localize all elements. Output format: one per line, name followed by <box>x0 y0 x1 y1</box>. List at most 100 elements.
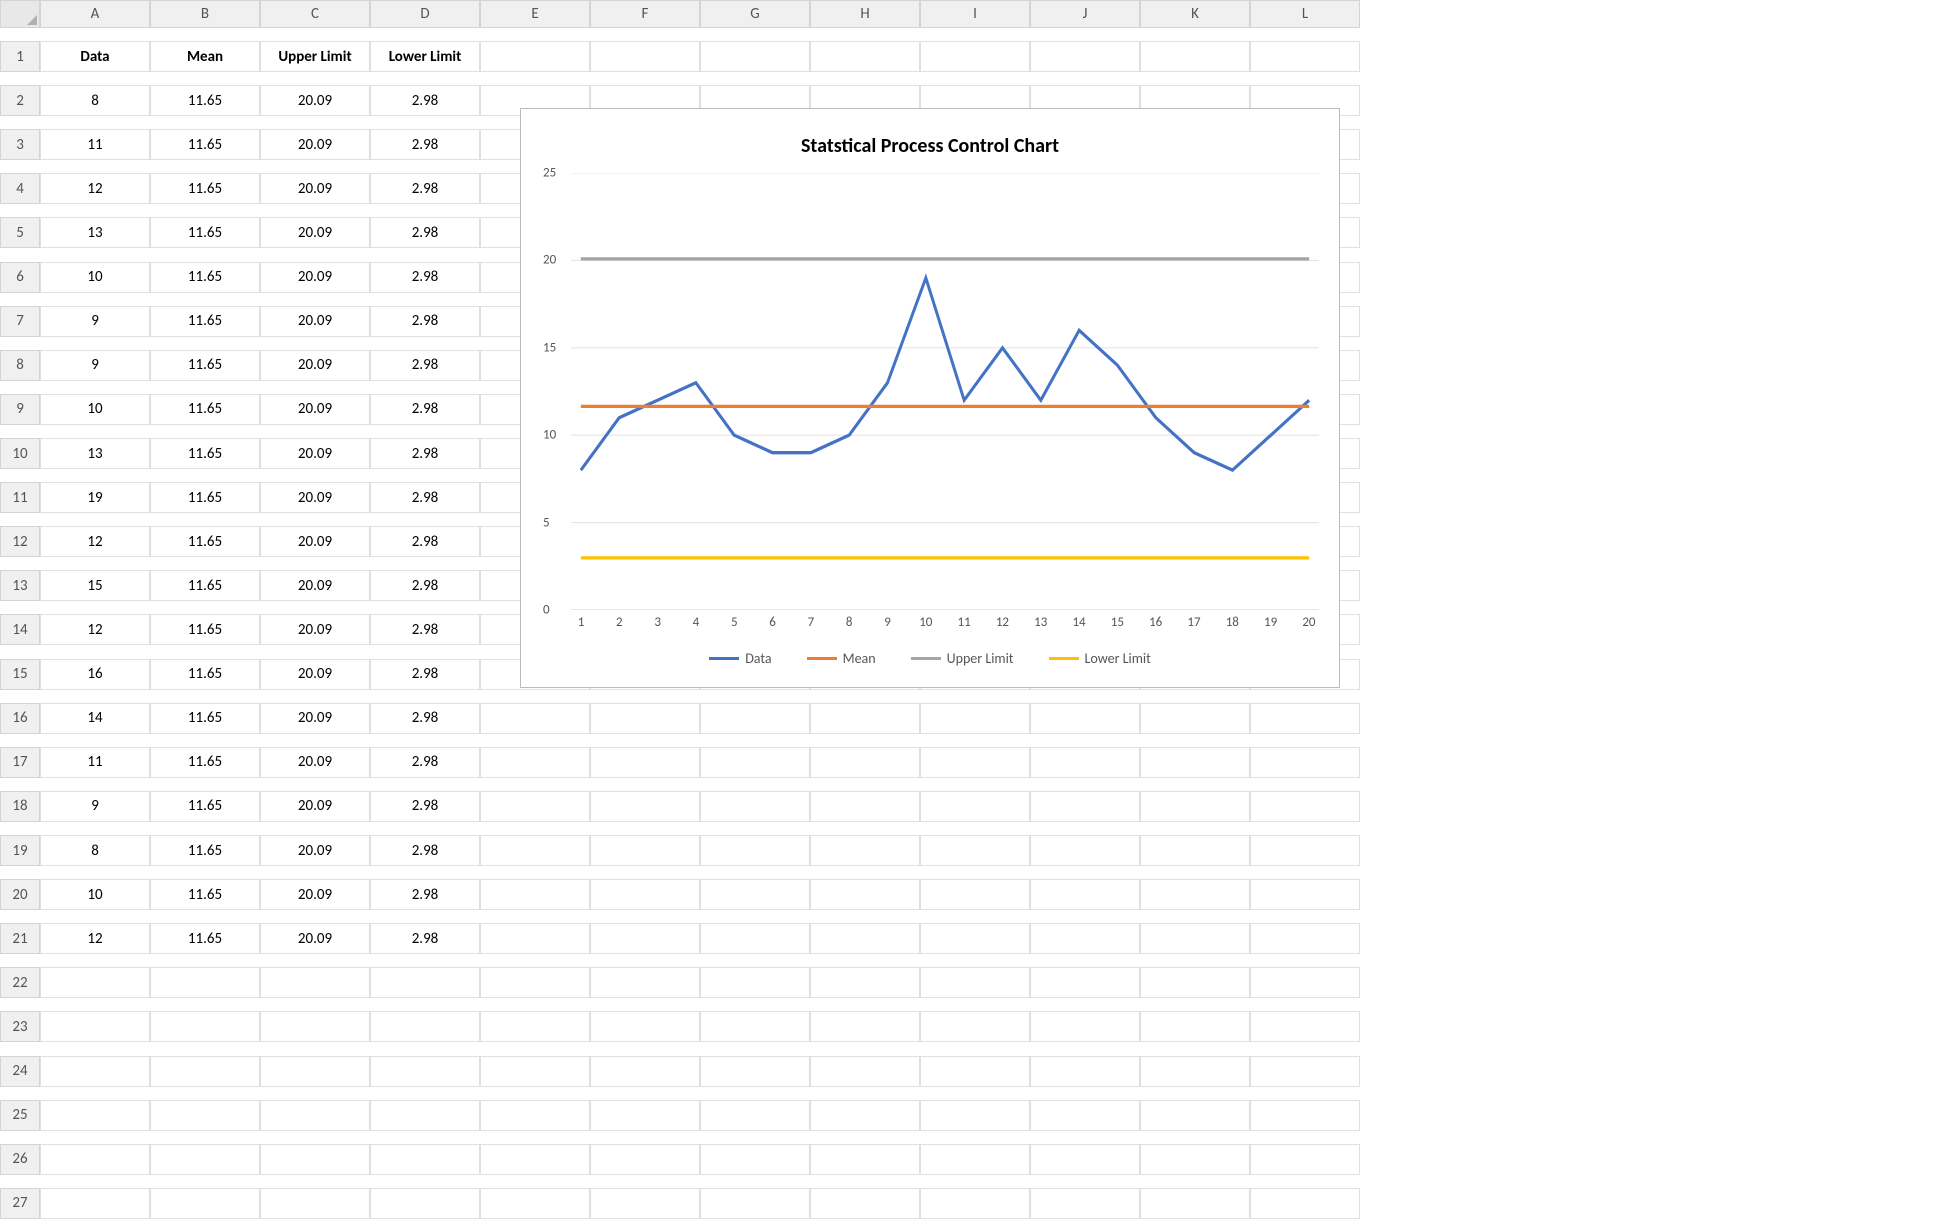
cell-K21[interactable] <box>1140 923 1250 954</box>
column-header-I[interactable]: I <box>920 0 1030 28</box>
cell-B25[interactable] <box>150 1100 260 1131</box>
cell-I22[interactable] <box>920 967 1030 998</box>
cell-D19[interactable]: 2.98 <box>370 835 480 866</box>
cell-C4[interactable]: 20.09 <box>260 173 370 204</box>
cell-K17[interactable] <box>1140 747 1250 778</box>
cell-B13[interactable]: 11.65 <box>150 570 260 601</box>
cell-K23[interactable] <box>1140 1011 1250 1042</box>
row-header-27[interactable]: 27 <box>0 1188 40 1219</box>
row-header-20[interactable]: 20 <box>0 879 40 910</box>
cell-I27[interactable] <box>920 1188 1030 1219</box>
cell-J26[interactable] <box>1030 1144 1140 1175</box>
cell-A23[interactable] <box>40 1011 150 1042</box>
row-header-14[interactable]: 14 <box>0 614 40 645</box>
cell-K26[interactable] <box>1140 1144 1250 1175</box>
cell-E18[interactable] <box>480 791 590 822</box>
cell-K27[interactable] <box>1140 1188 1250 1219</box>
cell-D15[interactable]: 2.98 <box>370 659 480 690</box>
row-header-2[interactable]: 2 <box>0 85 40 116</box>
cell-D8[interactable]: 2.98 <box>370 350 480 381</box>
cell-E1[interactable] <box>480 41 590 72</box>
cell-C24[interactable] <box>260 1056 370 1087</box>
cell-D12[interactable]: 2.98 <box>370 526 480 557</box>
cell-H1[interactable] <box>810 41 920 72</box>
cell-D17[interactable]: 2.98 <box>370 747 480 778</box>
row-header-26[interactable]: 26 <box>0 1144 40 1175</box>
cell-J20[interactable] <box>1030 879 1140 910</box>
cell-D18[interactable]: 2.98 <box>370 791 480 822</box>
cell-B16[interactable]: 11.65 <box>150 703 260 734</box>
cell-A22[interactable] <box>40 967 150 998</box>
cell-K20[interactable] <box>1140 879 1250 910</box>
cell-I25[interactable] <box>920 1100 1030 1131</box>
cell-L1[interactable] <box>1250 41 1360 72</box>
row-header-4[interactable]: 4 <box>0 173 40 204</box>
cell-J24[interactable] <box>1030 1056 1140 1087</box>
cell-C16[interactable]: 20.09 <box>260 703 370 734</box>
cell-J27[interactable] <box>1030 1188 1140 1219</box>
cell-G16[interactable] <box>700 703 810 734</box>
cell-L26[interactable] <box>1250 1144 1360 1175</box>
cell-A20[interactable]: 10 <box>40 879 150 910</box>
column-header-H[interactable]: H <box>810 0 920 28</box>
cell-A6[interactable]: 10 <box>40 262 150 293</box>
cell-F16[interactable] <box>590 703 700 734</box>
cell-C5[interactable]: 20.09 <box>260 217 370 248</box>
cell-L22[interactable] <box>1250 967 1360 998</box>
cell-F17[interactable] <box>590 747 700 778</box>
cell-B4[interactable]: 11.65 <box>150 173 260 204</box>
cell-K16[interactable] <box>1140 703 1250 734</box>
cell-F24[interactable] <box>590 1056 700 1087</box>
cell-G19[interactable] <box>700 835 810 866</box>
cell-K1[interactable] <box>1140 41 1250 72</box>
cell-B9[interactable]: 11.65 <box>150 394 260 425</box>
cell-G21[interactable] <box>700 923 810 954</box>
row-header-12[interactable]: 12 <box>0 526 40 557</box>
select-all-corner[interactable] <box>0 0 40 28</box>
cell-A9[interactable]: 10 <box>40 394 150 425</box>
cell-I1[interactable] <box>920 41 1030 72</box>
cell-B10[interactable]: 11.65 <box>150 438 260 469</box>
cell-J1[interactable] <box>1030 41 1140 72</box>
cell-E16[interactable] <box>480 703 590 734</box>
cell-A12[interactable]: 12 <box>40 526 150 557</box>
cell-D4[interactable]: 2.98 <box>370 173 480 204</box>
cell-G24[interactable] <box>700 1056 810 1087</box>
cell-F1[interactable] <box>590 41 700 72</box>
cell-G26[interactable] <box>700 1144 810 1175</box>
cell-I17[interactable] <box>920 747 1030 778</box>
legend-item-mean[interactable]: Mean <box>807 650 876 667</box>
cell-I24[interactable] <box>920 1056 1030 1087</box>
cell-D24[interactable] <box>370 1056 480 1087</box>
cell-I19[interactable] <box>920 835 1030 866</box>
cell-H23[interactable] <box>810 1011 920 1042</box>
cell-I20[interactable] <box>920 879 1030 910</box>
cell-B19[interactable]: 11.65 <box>150 835 260 866</box>
cell-A10[interactable]: 13 <box>40 438 150 469</box>
cell-G17[interactable] <box>700 747 810 778</box>
cell-D7[interactable]: 2.98 <box>370 306 480 337</box>
cell-F25[interactable] <box>590 1100 700 1131</box>
cell-F18[interactable] <box>590 791 700 822</box>
cell-B21[interactable]: 11.65 <box>150 923 260 954</box>
cell-C12[interactable]: 20.09 <box>260 526 370 557</box>
cell-E23[interactable] <box>480 1011 590 1042</box>
cell-C27[interactable] <box>260 1188 370 1219</box>
cell-H18[interactable] <box>810 791 920 822</box>
cell-D22[interactable] <box>370 967 480 998</box>
cell-E21[interactable] <box>480 923 590 954</box>
cell-B20[interactable]: 11.65 <box>150 879 260 910</box>
cell-C1[interactable]: Upper Limit <box>260 41 370 72</box>
cell-D3[interactable]: 2.98 <box>370 129 480 160</box>
row-header-6[interactable]: 6 <box>0 262 40 293</box>
cell-A16[interactable]: 14 <box>40 703 150 734</box>
cell-A5[interactable]: 13 <box>40 217 150 248</box>
cell-G25[interactable] <box>700 1100 810 1131</box>
cell-D13[interactable]: 2.98 <box>370 570 480 601</box>
cell-C20[interactable]: 20.09 <box>260 879 370 910</box>
cell-B15[interactable]: 11.65 <box>150 659 260 690</box>
cell-L21[interactable] <box>1250 923 1360 954</box>
cell-F20[interactable] <box>590 879 700 910</box>
row-header-25[interactable]: 25 <box>0 1100 40 1131</box>
cell-C6[interactable]: 20.09 <box>260 262 370 293</box>
